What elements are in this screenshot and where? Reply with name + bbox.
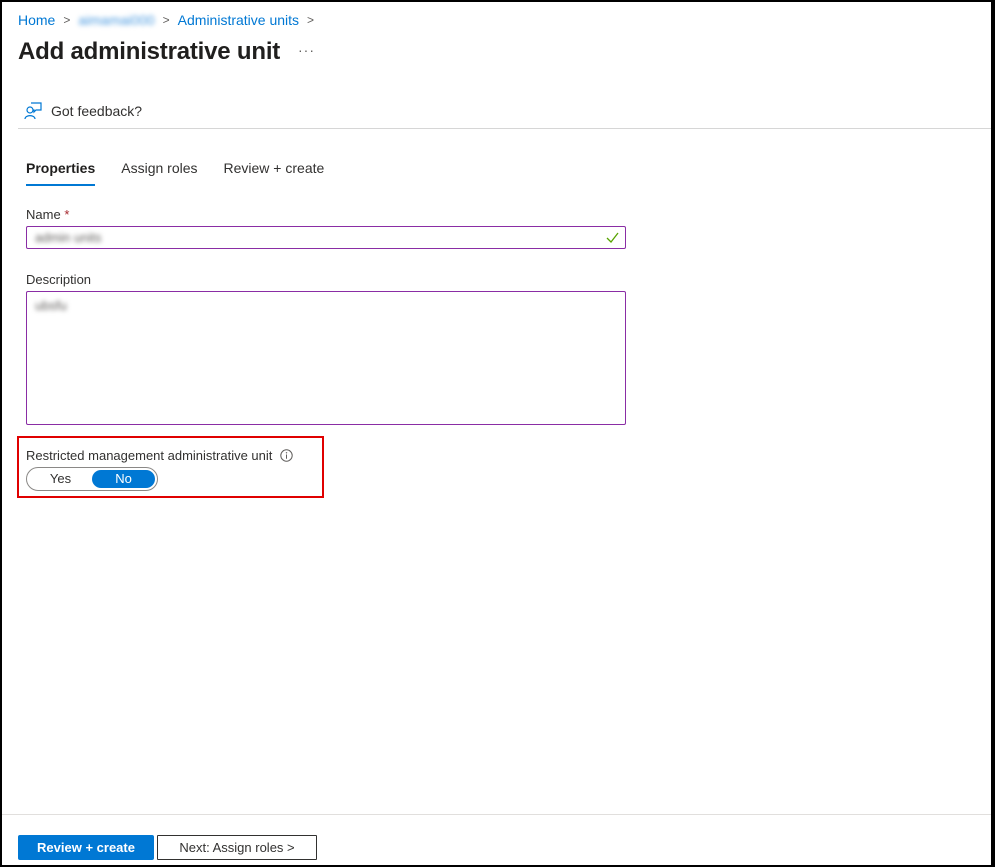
description-textarea-value: ubsfu [35,298,67,313]
tab-properties[interactable]: Properties [26,160,96,186]
restricted-management-label: Restricted management administrative uni… [26,448,294,463]
breadcrumb-separator-icon: > [162,13,170,27]
more-options-button[interactable]: ··· [298,42,315,58]
page-title: Add administrative unit [18,38,281,65]
add-administrative-unit-page: Home > aimamai000 > Administrative units… [2,2,991,865]
restricted-management-toggle[interactable]: Yes No [26,467,158,491]
breadcrumb-separator-icon: > [307,13,315,27]
toggle-option-yes[interactable]: Yes [29,470,92,488]
tab-review-create[interactable]: Review + create [224,160,325,186]
name-input[interactable]: admin units [26,226,626,249]
got-feedback-button[interactable]: Got feedback? [24,102,142,120]
info-icon[interactable] [280,449,294,462]
breadcrumb-separator-icon: > [63,13,71,27]
description-textarea[interactable]: ubsfu [26,291,626,425]
next-assign-roles-button[interactable]: Next: Assign roles > [157,835,317,860]
breadcrumb-home[interactable]: Home [18,12,55,28]
required-marker: * [64,207,70,222]
name-label-text: Name [26,207,61,222]
toggle-option-no[interactable]: No [92,470,155,488]
got-feedback-label: Got feedback? [51,103,143,119]
valid-check-icon [606,232,619,243]
name-input-value: admin units [35,230,102,245]
breadcrumb-tenant[interactable]: aimamai000 [78,12,154,28]
header-divider [18,128,991,129]
tab-assign-roles[interactable]: Assign roles [121,160,197,186]
breadcrumb-administrative-units[interactable]: Administrative units [178,12,299,28]
description-label: Description [26,272,92,287]
feedback-person-icon [24,102,42,120]
review-create-button[interactable]: Review + create [18,835,154,860]
footer-divider [2,814,991,815]
name-label: Name * [26,207,69,222]
restricted-management-label-text: Restricted management administrative uni… [26,448,273,463]
breadcrumb: Home > aimamai000 > Administrative units… [18,12,322,28]
wizard-tabs: Properties Assign roles Review + create [26,160,350,186]
